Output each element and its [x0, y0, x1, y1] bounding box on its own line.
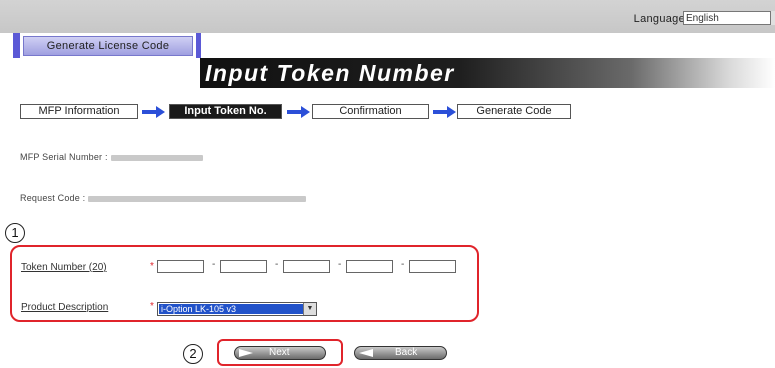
request-code-value: [88, 195, 307, 202]
step-confirmation: Confirmation: [312, 104, 429, 119]
next-button[interactable]: Next: [234, 346, 326, 360]
token-field-1[interactable]: [157, 260, 204, 273]
language-label: Language: [633, 13, 685, 25]
token-separator: -: [275, 259, 279, 270]
step-generate-code: Generate Code: [457, 104, 571, 119]
product-select-value: i-Option LK-105 v3: [159, 304, 303, 314]
serial-number-value: [110, 154, 203, 161]
language-select[interactable]: English: [683, 11, 771, 25]
token-field-3[interactable]: [283, 260, 330, 273]
tab-bar-left: [13, 33, 20, 58]
step-mfp-information: MFP Information: [20, 104, 138, 119]
token-field-2[interactable]: [220, 260, 267, 273]
request-code-label: Request Code :: [20, 193, 86, 203]
back-button-label: Back: [395, 347, 418, 358]
play-arrow-icon: [239, 349, 253, 357]
product-description-label: Product Description: [21, 302, 109, 313]
chevron-down-icon[interactable]: ▼: [303, 303, 316, 315]
product-select[interactable]: i-Option LK-105 v3 ▼: [157, 302, 317, 316]
language-dropdown-arrow[interactable]: [770, 11, 775, 25]
callout-one: 1: [5, 223, 25, 243]
token-separator: -: [212, 259, 216, 270]
serial-number-row: MFP Serial Number :: [20, 152, 203, 162]
tab-label: Generate License Code: [23, 36, 193, 56]
token-separator: -: [338, 259, 342, 270]
request-code-row: Request Code :: [20, 193, 307, 203]
next-button-label: Next: [269, 347, 290, 358]
page-banner: Input Token Number: [200, 58, 775, 88]
page-title: Input Token Number: [205, 60, 455, 86]
step-input-token: Input Token No.: [169, 104, 282, 119]
back-arrow-icon: [359, 349, 373, 357]
step-arrow-icon: [433, 106, 456, 118]
tab-bar-right: [196, 33, 201, 58]
callout-two: 2: [183, 344, 203, 364]
token-separator: -: [401, 259, 405, 270]
step-arrow-icon: [142, 106, 165, 118]
generate-license-tab[interactable]: Generate License Code: [13, 33, 201, 58]
product-required-mark: *: [150, 301, 154, 312]
back-button[interactable]: Back: [354, 346, 447, 360]
token-field-5[interactable]: [409, 260, 456, 273]
token-required-mark: *: [150, 261, 154, 272]
serial-number-label: MFP Serial Number :: [20, 152, 108, 162]
token-field-4[interactable]: [346, 260, 393, 273]
step-arrow-icon: [287, 106, 310, 118]
token-number-label: Token Number (20): [21, 262, 107, 273]
top-bar: Language English: [0, 0, 775, 33]
